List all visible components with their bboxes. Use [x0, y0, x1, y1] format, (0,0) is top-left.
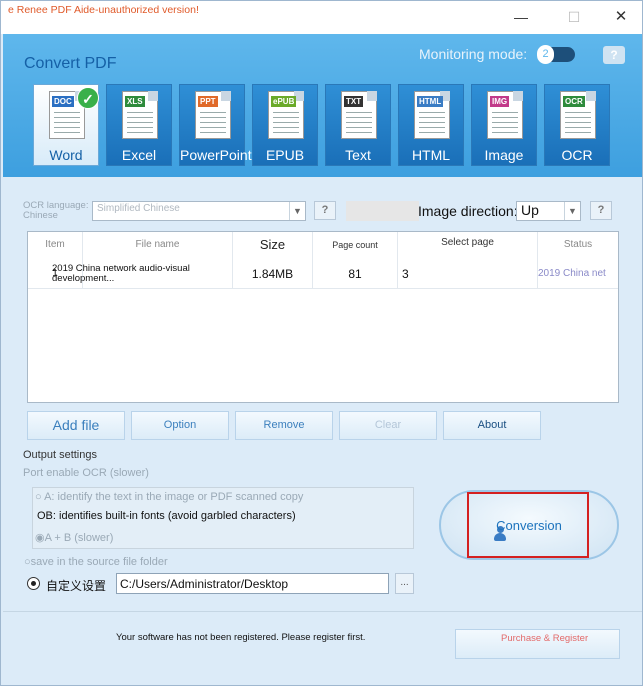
format-tag: PPT — [198, 96, 218, 107]
ocr-option-b[interactable]: OB: identifies built-in fonts (avoid gar… — [37, 510, 296, 522]
ocr-language-select[interactable]: Simplified Chinese ▼ — [92, 201, 306, 221]
remove-button[interactable]: Remove — [235, 411, 333, 440]
format-tag: TXT — [344, 96, 364, 107]
format-panel: Convert PDF Monitoring mode: 2 ? DOC ✓ Wor… — [3, 34, 642, 177]
format-button-html[interactable]: HTML HTML — [398, 84, 464, 166]
about-button[interactable]: About — [443, 411, 541, 440]
format-button-epub[interactable]: ePUB EPUB — [252, 84, 318, 166]
format-button-image[interactable]: IMG Image — [471, 84, 537, 166]
placeholder-box — [346, 201, 419, 221]
format-button-ocr[interactable]: OCR OCR — [544, 84, 610, 166]
ocr-help-icon[interactable]: ? — [314, 201, 336, 220]
document-icon: HTML — [414, 91, 450, 139]
highlight-frame — [467, 492, 589, 558]
cell-size: 1.84MB — [233, 260, 313, 288]
port-ocr-label: Port enable OCR (slower) — [23, 467, 149, 479]
column-header-page-count: Page count — [313, 232, 398, 260]
browse-button[interactable]: ... — [395, 573, 414, 594]
format-label: Word — [49, 147, 83, 163]
format-label: PowerPoint — [180, 147, 252, 163]
format-tag: DOC — [52, 96, 74, 107]
format-button-word[interactable]: DOC ✓ Word — [33, 84, 99, 166]
help-icon[interactable]: ? — [603, 46, 625, 64]
custom-settings-label: 自定义设置 — [46, 579, 107, 593]
ocr-option-a[interactable]: ○ A: identify the text in the image or P… — [35, 491, 303, 503]
format-label: HTML — [411, 147, 451, 163]
format-tag: ePUB — [271, 96, 297, 107]
document-icon: OCR — [560, 91, 596, 139]
file-table: Item File name Size Page count Select pa… — [27, 231, 619, 403]
monitoring-mode-label: Monitoring mode: — [419, 46, 528, 62]
close-button[interactable]: ✕ — [606, 5, 636, 29]
clear-button[interactable]: Clear — [339, 411, 437, 440]
row-divider — [28, 288, 618, 289]
format-label: EPUB — [265, 147, 305, 163]
title-bar: e Renee PDF Aide-unauthorized version! —… — [1, 1, 642, 34]
format-tag: IMG — [490, 96, 510, 107]
custom-radio[interactable] — [27, 577, 40, 590]
format-button-excel[interactable]: XLS Excel — [106, 84, 172, 166]
toggle-knob: 2 — [537, 45, 554, 64]
format-tag: XLS — [125, 96, 145, 107]
monitoring-toggle[interactable]: 2 — [537, 45, 575, 64]
format-button-powerpoint[interactable]: PPT PowerPoint — [179, 84, 252, 166]
add-file-button[interactable]: Add file — [27, 411, 125, 440]
ocr-language-value: Simplified Chinese — [97, 203, 180, 214]
cell-select-page[interactable]: 3 — [398, 260, 538, 288]
format-tag: OCR — [563, 96, 585, 107]
ocr-option-ab[interactable]: ◉A + B (slower) — [35, 531, 113, 544]
ocr-language-label: OCR language: Chinese — [23, 200, 89, 221]
chevron-down-icon: ▼ — [564, 202, 580, 220]
format-label: OCR — [561, 147, 593, 163]
footer-divider — [3, 611, 642, 612]
chevron-down-icon: ▼ — [289, 202, 305, 220]
maximize-button[interactable]: ☐ — [559, 5, 589, 29]
document-icon: IMG — [487, 91, 523, 139]
document-icon: XLS — [122, 91, 158, 139]
document-icon: PPT — [195, 91, 231, 139]
check-icon: ✓ — [77, 87, 99, 109]
format-tag: HTML — [417, 96, 444, 107]
register-notice: Your software has not been registered. P… — [116, 632, 366, 643]
column-header-status: Status — [563, 239, 593, 250]
document-icon: TXT — [341, 91, 377, 139]
format-label: Text — [345, 147, 371, 163]
column-header-size: Size — [233, 232, 313, 260]
convert-title: Convert PDF — [24, 55, 117, 72]
image-direction-value: Up — [521, 202, 539, 218]
cell-page-count: 81 — [313, 260, 398, 288]
window-title: e Renee PDF Aide-unauthorized version! — [8, 4, 199, 16]
format-label: Image — [484, 147, 524, 163]
output-path-input[interactable] — [116, 573, 389, 594]
column-header-item: Item — [28, 232, 83, 260]
purchase-register-button[interactable]: Purchase & Register — [455, 629, 620, 659]
table-row[interactable]: 2019 China network audio-visual developm… — [52, 260, 233, 288]
image-direction-label: Image direction: — [418, 203, 518, 219]
format-button-text[interactable]: TXT Text — [325, 84, 391, 166]
option-button[interactable]: Option — [131, 411, 229, 440]
radio-dot — [31, 581, 36, 586]
app-window: e Renee PDF Aide-unauthorized version! —… — [0, 0, 643, 686]
document-icon: ePUB — [268, 91, 304, 139]
image-direction-select[interactable]: Up ▼ — [516, 201, 581, 221]
ocr-options-box: ○ A: identify the text in the image or P… — [32, 487, 414, 549]
minimize-button[interactable]: — — [506, 5, 536, 29]
cell-file-name: 2019 China network audio-visual developm… — [52, 263, 190, 284]
column-header-select-page: Select page — [398, 232, 538, 260]
format-label: Excel — [121, 147, 157, 163]
cell-status: 2019 China net — [538, 268, 606, 279]
output-settings-label: Output settings — [23, 449, 97, 461]
direction-help-icon[interactable]: ? — [590, 201, 612, 220]
column-header-file-name: File name — [83, 232, 233, 260]
save-source-folder-option[interactable]: ○save in the source file folder — [24, 556, 168, 568]
